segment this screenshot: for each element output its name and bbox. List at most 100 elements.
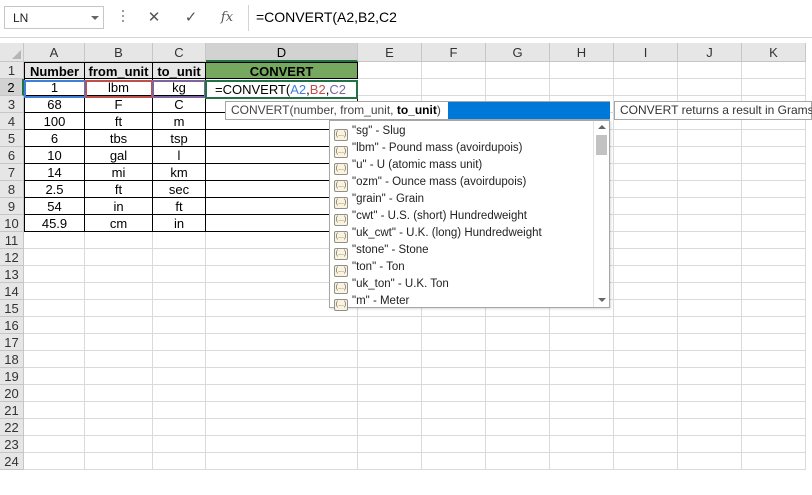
cell-c15[interactable] — [153, 300, 206, 317]
cell-b14[interactable] — [85, 283, 153, 300]
cell-k24[interactable] — [742, 453, 806, 470]
enter-icon[interactable]: ✓ — [177, 6, 205, 29]
cell-j22[interactable] — [678, 419, 742, 436]
cell-k16[interactable] — [742, 317, 806, 334]
cell-j12[interactable] — [678, 249, 742, 266]
row-header-21[interactable]: 21 — [0, 402, 24, 419]
autocomplete-item[interactable]: (...) "sg" - Slug — [334, 123, 406, 141]
cell-i6[interactable] — [614, 147, 678, 164]
cell-f24[interactable] — [422, 453, 486, 470]
column-header-c[interactable]: C — [153, 43, 206, 62]
row-header-12[interactable]: 12 — [0, 249, 24, 266]
cell-e23[interactable] — [358, 436, 422, 453]
column-header-i[interactable]: I — [614, 43, 678, 62]
row-header-5[interactable]: 5 — [0, 130, 24, 147]
cell-b22[interactable] — [85, 419, 153, 436]
cell-e2[interactable] — [358, 79, 422, 96]
cell-d17[interactable] — [206, 334, 358, 351]
cell-a20[interactable] — [24, 385, 85, 402]
table-cell-b3[interactable]: F — [85, 96, 153, 113]
cell-a14[interactable] — [24, 283, 85, 300]
cell-h18[interactable] — [550, 351, 614, 368]
cell-i2[interactable] — [614, 79, 678, 96]
formula-input[interactable]: =CONVERT(A2,B2,C2 — [256, 9, 397, 25]
cell-e16[interactable] — [358, 317, 422, 334]
cell-d20[interactable] — [206, 385, 358, 402]
scroll-up-icon[interactable] — [598, 125, 606, 129]
cell-i5[interactable] — [614, 130, 678, 147]
table-cell-c2[interactable]: kg — [153, 79, 206, 96]
cell-j16[interactable] — [678, 317, 742, 334]
table-cell-c7[interactable]: km — [153, 164, 206, 181]
cell-c13[interactable] — [153, 266, 206, 283]
column-header-a[interactable]: A — [24, 43, 85, 62]
row-header-7[interactable]: 7 — [0, 164, 24, 181]
row-header-11[interactable]: 11 — [0, 232, 24, 249]
cell-h16[interactable] — [550, 317, 614, 334]
cell-b18[interactable] — [85, 351, 153, 368]
cell-a15[interactable] — [24, 300, 85, 317]
cell-j7[interactable] — [678, 164, 742, 181]
table-cell-a9[interactable]: 54 — [24, 198, 85, 215]
scroll-down-icon[interactable] — [598, 298, 606, 302]
table-cell-c3[interactable]: C — [153, 96, 206, 113]
drag-handle-icon[interactable] — [122, 10, 125, 26]
cell-j2[interactable] — [678, 79, 742, 96]
cell-a22[interactable] — [24, 419, 85, 436]
function-argument-tooltip[interactable]: CONVERT(number, from_unit, to_unit) — [225, 101, 610, 120]
cell-k11[interactable] — [742, 232, 806, 249]
cell-c17[interactable] — [153, 334, 206, 351]
cell-c22[interactable] — [153, 419, 206, 436]
cell-f20[interactable] — [422, 385, 486, 402]
cell-k21[interactable] — [742, 402, 806, 419]
cell-h17[interactable] — [550, 334, 614, 351]
cell-i10[interactable] — [614, 215, 678, 232]
cell-e1[interactable] — [358, 62, 422, 79]
cell-g20[interactable] — [486, 385, 550, 402]
table-cell-c6[interactable]: l — [153, 147, 206, 164]
row-header-20[interactable]: 20 — [0, 385, 24, 402]
cell-i16[interactable] — [614, 317, 678, 334]
cell-j14[interactable] — [678, 283, 742, 300]
table-cell-a6[interactable]: 10 — [24, 147, 85, 164]
row-header-10[interactable]: 10 — [0, 215, 24, 232]
autocomplete-item[interactable]: (...) "m" - Meter — [334, 293, 409, 311]
row-header-8[interactable]: 8 — [0, 181, 24, 198]
table-cell-b7[interactable]: mi — [85, 164, 153, 181]
cell-b17[interactable] — [85, 334, 153, 351]
cell-j21[interactable] — [678, 402, 742, 419]
cell-d21[interactable] — [206, 402, 358, 419]
cell-b11[interactable] — [85, 232, 153, 249]
cell-g21[interactable] — [486, 402, 550, 419]
cell-k12[interactable] — [742, 249, 806, 266]
table-cell-b10[interactable]: cm — [85, 215, 153, 232]
autocomplete-item[interactable]: (...) "uk_ton" - U.K. Ton — [334, 276, 449, 294]
row-header-13[interactable]: 13 — [0, 266, 24, 283]
cell-f1[interactable] — [422, 62, 486, 79]
cell-k15[interactable] — [742, 300, 806, 317]
cell-k9[interactable] — [742, 198, 806, 215]
cell-g18[interactable] — [486, 351, 550, 368]
cell-k7[interactable] — [742, 164, 806, 181]
cell-i14[interactable] — [614, 283, 678, 300]
cell-k5[interactable] — [742, 130, 806, 147]
cell-e18[interactable] — [358, 351, 422, 368]
cell-b23[interactable] — [85, 436, 153, 453]
table-header-a1[interactable]: Number — [24, 62, 85, 79]
cell-e21[interactable] — [358, 402, 422, 419]
table-cell-a5[interactable]: 6 — [24, 130, 85, 147]
table-cell-b4[interactable]: ft — [85, 113, 153, 130]
cell-a12[interactable] — [24, 249, 85, 266]
cell-j18[interactable] — [678, 351, 742, 368]
cell-i13[interactable] — [614, 266, 678, 283]
cell-d16[interactable] — [206, 317, 358, 334]
cell-i23[interactable] — [614, 436, 678, 453]
cell-a13[interactable] — [24, 266, 85, 283]
cell-k23[interactable] — [742, 436, 806, 453]
cell-e17[interactable] — [358, 334, 422, 351]
cell-b13[interactable] — [85, 266, 153, 283]
row-header-1[interactable]: 1 — [0, 62, 24, 79]
cell-a16[interactable] — [24, 317, 85, 334]
row-header-18[interactable]: 18 — [0, 351, 24, 368]
cell-i17[interactable] — [614, 334, 678, 351]
